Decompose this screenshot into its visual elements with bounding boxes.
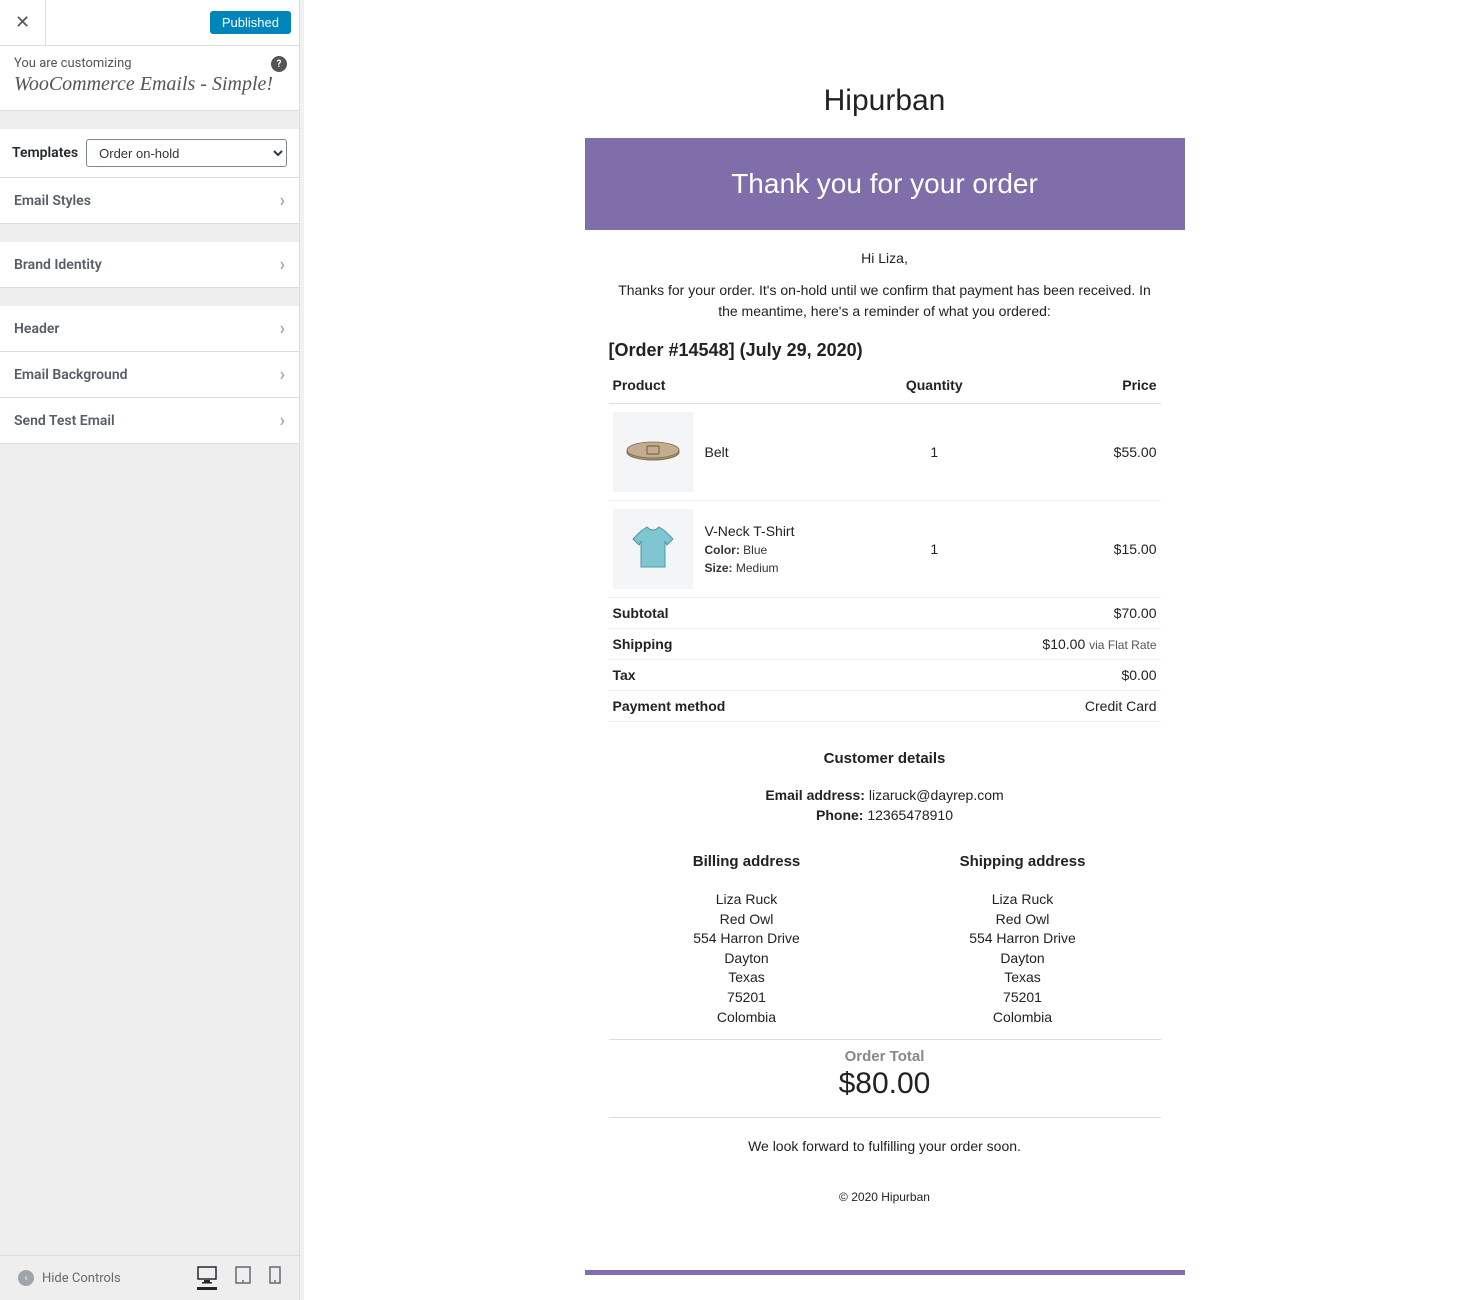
payment-row: Payment method Credit Card xyxy=(609,691,1161,722)
tax-row: Tax $0.00 xyxy=(609,660,1161,691)
email-header: Thank you for your order xyxy=(585,138,1185,230)
chevron-right-icon: › xyxy=(280,410,285,431)
order-table: Product Quantity Price Belt xyxy=(609,371,1161,722)
belt-icon xyxy=(623,437,683,467)
templates-row: Templates Order on-hold xyxy=(0,129,299,178)
product-qty: 1 xyxy=(887,404,982,501)
order-total-amount: $80.00 xyxy=(609,1067,1161,1101)
close-icon: ✕ xyxy=(15,12,30,33)
brand-title: Hipurban xyxy=(585,84,1185,118)
device-buttons xyxy=(197,1266,281,1290)
panel-label: Header xyxy=(14,321,59,337)
product-price: $55.00 xyxy=(982,404,1161,501)
product-name: Belt xyxy=(705,444,729,460)
col-product: Product xyxy=(609,371,887,404)
panel-label: Email Background xyxy=(14,367,128,383)
panel-label: Email Styles xyxy=(14,193,91,209)
mobile-icon xyxy=(269,1266,281,1284)
product-meta: Size: Medium xyxy=(705,561,795,575)
close-button[interactable]: ✕ xyxy=(0,0,46,46)
customizer-sidebar: ✕ Published ? You are customizing WooCom… xyxy=(0,0,300,1300)
device-desktop-button[interactable] xyxy=(197,1266,217,1290)
templates-select[interactable]: Order on-hold xyxy=(86,139,287,167)
chevron-right-icon: › xyxy=(280,190,285,211)
panel-label: Send Test Email xyxy=(14,413,115,429)
hide-controls-label: Hide Controls xyxy=(42,1271,121,1286)
closing-text: We look forward to fulfilling your order… xyxy=(609,1138,1161,1154)
order-total-box: Order Total $80.00 xyxy=(609,1039,1161,1118)
customer-phone: Phone: 12365478910 xyxy=(609,807,1161,823)
product-image xyxy=(613,412,693,492)
email-intro: Thanks for your order. It's on-hold unti… xyxy=(609,280,1161,322)
email-bottom-bar xyxy=(585,1270,1185,1275)
desktop-icon xyxy=(197,1266,217,1284)
col-price: Price xyxy=(982,371,1161,404)
email-body: Hi Liza, Thanks for your order. It's on-… xyxy=(585,230,1185,1220)
help-icon[interactable]: ? xyxy=(271,56,287,72)
subtotal-row: Subtotal $70.00 xyxy=(609,598,1161,629)
customer-details-heading: Customer details xyxy=(609,750,1161,767)
panel-header[interactable]: Header › xyxy=(0,306,299,352)
preview-area: Hipurban Thank you for your order Hi Liz… xyxy=(304,0,1465,1300)
product-qty: 1 xyxy=(887,501,982,598)
chevron-right-icon: › xyxy=(280,318,285,339)
device-tablet-button[interactable] xyxy=(235,1266,251,1290)
product-price: $15.00 xyxy=(982,501,1161,598)
templates-label: Templates xyxy=(12,145,78,161)
panel-email-background[interactable]: Email Background › xyxy=(0,352,299,398)
product-meta: Color: Blue xyxy=(705,543,795,557)
table-header-row: Product Quantity Price xyxy=(609,371,1161,404)
table-row: V-Neck T-Shirt Color: Blue Size: Medium xyxy=(609,501,1161,598)
published-button[interactable]: Published xyxy=(210,11,291,34)
customizing-title: WooCommerce Emails - Simple! xyxy=(14,73,285,96)
tshirt-icon xyxy=(625,521,681,577)
billing-address: Billing address Liza Ruck Red Owl 554 Ha… xyxy=(609,851,885,1027)
shipping-row: Shipping $10.00 via Flat Rate xyxy=(609,629,1161,660)
sidebar-header: ✕ Published xyxy=(0,0,299,46)
sidebar-footer: ‹ Hide Controls xyxy=(0,1255,299,1300)
customizing-info: ? You are customizing WooCommerce Emails… xyxy=(0,46,299,111)
panel-send-test-email[interactable]: Send Test Email › xyxy=(0,398,299,444)
chevron-right-icon: › xyxy=(280,364,285,385)
collapse-icon: ‹ xyxy=(18,1270,34,1286)
hide-controls-button[interactable]: ‹ Hide Controls xyxy=(18,1270,121,1286)
panel-brand-identity[interactable]: Brand Identity › xyxy=(0,242,299,288)
panel-email-styles[interactable]: Email Styles › xyxy=(0,178,299,224)
table-row: Belt 1 $55.00 xyxy=(609,404,1161,501)
col-quantity: Quantity xyxy=(887,371,982,404)
panel-spacer xyxy=(0,224,299,242)
order-total-label: Order Total xyxy=(609,1048,1161,1065)
panel-label: Brand Identity xyxy=(14,257,102,273)
customizing-label: You are customizing xyxy=(14,56,285,71)
product-image xyxy=(613,509,693,589)
device-mobile-button[interactable] xyxy=(269,1266,281,1290)
customer-email: Email address: lizaruck@dayrep.com xyxy=(609,787,1161,803)
email-greeting: Hi Liza, xyxy=(609,250,1161,266)
email-wrapper: Hipurban Thank you for your order Hi Liz… xyxy=(585,8,1185,1275)
addresses: Billing address Liza Ruck Red Owl 554 Ha… xyxy=(609,851,1161,1027)
footer-copyright: © 2020 Hipurban xyxy=(609,1190,1161,1204)
shipping-address: Shipping address Liza Ruck Red Owl 554 H… xyxy=(885,851,1161,1027)
chevron-right-icon: › xyxy=(280,254,285,275)
customer-details: Customer details Email address: lizaruck… xyxy=(609,750,1161,823)
order-heading: [Order #14548] (July 29, 2020) xyxy=(609,340,1161,361)
tablet-icon xyxy=(235,1266,251,1284)
product-name: V-Neck T-Shirt xyxy=(705,523,795,539)
panel-spacer xyxy=(0,288,299,306)
